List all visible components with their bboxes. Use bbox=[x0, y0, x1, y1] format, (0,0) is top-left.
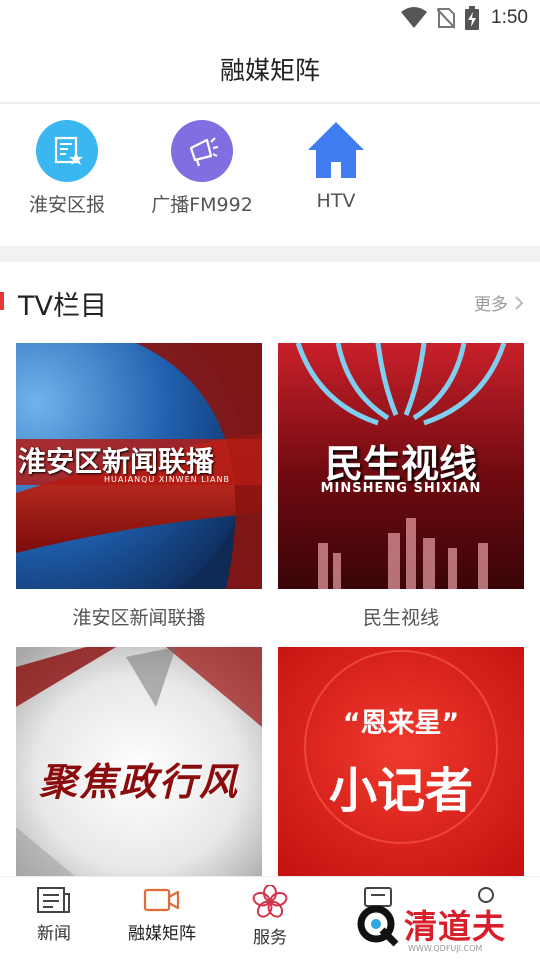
tv-section-header: TV栏目 更多 bbox=[0, 262, 540, 342]
no-sim-icon bbox=[437, 8, 456, 29]
watermark-sub: WWW.QDFUJI.COM bbox=[408, 944, 483, 953]
thumb-subtitle: MINSHENG SHIXIAN bbox=[320, 481, 482, 496]
news-icon bbox=[37, 887, 70, 913]
thumb-title: 民生视线 bbox=[324, 442, 477, 486]
nav-item-service[interactable]: 服务 bbox=[216, 885, 324, 948]
nav-label: 服务 bbox=[253, 928, 287, 948]
tv-card-little-reporter[interactable]: “恩来星” 小记者 bbox=[278, 647, 524, 891]
watermark-logo: 清道夫 WWW.QDFUJI.COM bbox=[356, 896, 526, 956]
tv-thumbnail: 民生视线 MINSHENG SHIXIAN bbox=[278, 343, 524, 589]
tv-thumbnail: 淮安区新闻联播 HUAIANQU XINWEN LIANB bbox=[16, 343, 262, 589]
tv-card-focus-conduct[interactable]: 聚焦政行风 bbox=[16, 647, 262, 907]
card-label: 淮安区新闻联播 bbox=[72, 607, 206, 629]
platform-label: 淮安区报 bbox=[28, 194, 105, 216]
thumb-subtitle: HUAIANQU XINWEN LIANB bbox=[104, 475, 230, 484]
thumb-title: 聚焦政行风 bbox=[38, 760, 239, 804]
app-header: 融媒矩阵 bbox=[0, 36, 540, 104]
tv-card-huaian-news[interactable]: 淮安区新闻联播 HUAIANQU XINWEN LIANB 淮安区新闻联播 bbox=[16, 343, 262, 630]
tv-thumbnail: 聚焦政行风 bbox=[16, 647, 262, 893]
battery-charging-icon bbox=[465, 6, 480, 30]
flower-icon bbox=[252, 885, 288, 918]
more-label: 更多 bbox=[474, 295, 508, 315]
nav-label: 融媒矩阵 bbox=[128, 924, 196, 944]
thumb-title: 淮安区新闻联播 bbox=[18, 445, 215, 478]
watermark-text: 清道夫 bbox=[404, 907, 506, 946]
nav-item-news[interactable]: 新闻 bbox=[0, 885, 108, 944]
tv-thumbnail: “恩来星” 小记者 bbox=[278, 647, 524, 877]
megaphone-icon bbox=[171, 120, 233, 182]
q-logo-icon bbox=[357, 905, 399, 947]
platform-label: 广播FM992 bbox=[151, 194, 253, 216]
thumb-quote: “恩来星” bbox=[342, 708, 460, 739]
card-label: 民生视线 bbox=[362, 607, 439, 629]
tv-card-minsheng[interactable]: 民生视线 MINSHENG SHIXIAN 民生视线 bbox=[278, 343, 524, 630]
platform-label: HTV bbox=[316, 190, 356, 212]
chevron-right-icon bbox=[515, 295, 524, 310]
section-accent-bar bbox=[0, 292, 4, 310]
status-bar: 1:50 bbox=[0, 0, 540, 36]
section-divider bbox=[0, 246, 540, 262]
platform-row: 淮安区报 广播FM992 HTV bbox=[0, 106, 540, 246]
home-icon bbox=[305, 120, 367, 182]
video-camera-icon bbox=[143, 888, 180, 912]
thumb-title: 小记者 bbox=[328, 763, 473, 819]
section-title: TV栏目 bbox=[18, 291, 107, 322]
page-title: 融媒矩阵 bbox=[219, 56, 320, 85]
status-icons: 1:50 bbox=[401, 6, 528, 30]
newspaper-icon bbox=[36, 120, 98, 182]
status-time: 1:50 bbox=[491, 7, 528, 28]
nav-item-media-matrix[interactable]: 融媒矩阵 bbox=[108, 885, 216, 944]
platform-radio-fm992[interactable]: 广播FM992 bbox=[132, 120, 272, 217]
wifi-icon bbox=[401, 7, 428, 28]
platform-huaian-daily[interactable]: 淮安区报 bbox=[0, 120, 137, 217]
platform-htv[interactable]: HTV bbox=[266, 120, 406, 212]
more-link[interactable]: 更多 bbox=[474, 290, 524, 315]
nav-label: 新闻 bbox=[37, 924, 71, 944]
